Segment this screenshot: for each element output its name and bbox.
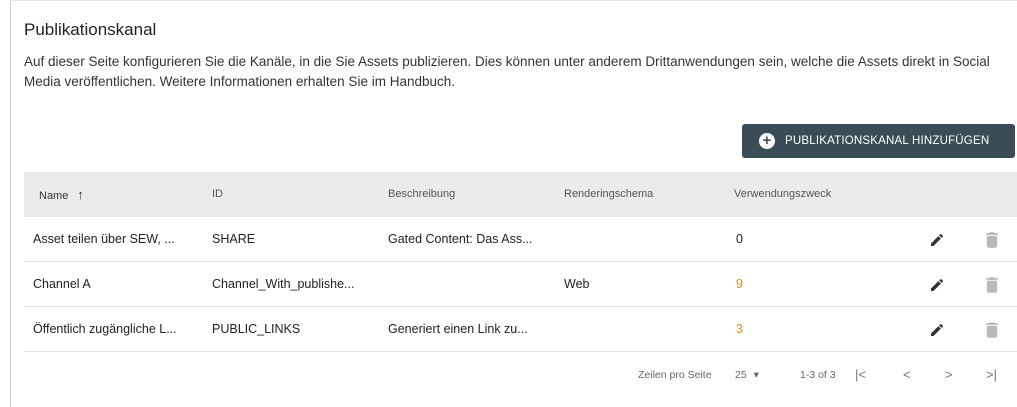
- cell-id: PUBLIC_LINKS: [212, 322, 301, 336]
- column-header-rendering[interactable]: Renderingschema: [564, 172, 653, 217]
- rows-per-page-label: Zeilen pro Seite: [638, 369, 712, 381]
- delete-trash-icon[interactable]: [986, 277, 998, 293]
- edit-pencil-icon[interactable]: [929, 322, 945, 338]
- frame-left-border: [10, 0, 11, 407]
- add-publication-channel-button[interactable]: + PUBLIKATIONSKANAL HINZUFÜGEN: [742, 124, 1015, 158]
- frame-top-border: [10, 0, 1017, 1]
- delete-trash-icon[interactable]: [986, 322, 998, 338]
- page-description: Auf dieser Seite konfigurieren Sie die K…: [24, 54, 990, 89]
- next-page-icon[interactable]: >: [945, 360, 953, 390]
- column-header-id[interactable]: ID: [212, 172, 223, 217]
- cell-usage: 3: [736, 322, 743, 336]
- rows-per-page-select[interactable]: 25 ▾: [735, 360, 759, 390]
- cell-rendering: Web: [564, 277, 590, 291]
- cell-description: Generiert einen Link zu...: [388, 322, 528, 336]
- add-button-label: PUBLIKATIONSKANAL HINZUFÜGEN: [785, 135, 990, 147]
- cell-id: SHARE: [212, 232, 256, 246]
- column-header-usage[interactable]: Verwendungszweck: [734, 172, 831, 217]
- table-row[interactable]: Öffentlich zugängliche L... PUBLIC_LINKS…: [24, 307, 1017, 352]
- last-page-icon[interactable]: >|: [986, 360, 997, 390]
- cell-id: Channel_With_publishe...: [212, 277, 355, 291]
- chevron-down-icon: ▾: [753, 369, 759, 381]
- column-header-name[interactable]: Name ↑: [39, 172, 84, 217]
- edit-pencil-icon[interactable]: [929, 277, 945, 293]
- delete-trash-icon[interactable]: [986, 232, 998, 248]
- table-row[interactable]: Asset teilen über SEW, ... SHARE Gated C…: [24, 217, 1017, 262]
- plus-circle-icon: +: [759, 133, 775, 149]
- cell-usage: 0: [736, 232, 743, 246]
- cell-name: Öffentlich zugängliche L...: [33, 322, 177, 336]
- rows-per-page-value: 25: [735, 369, 747, 381]
- table-header: Name ↑ ID Beschreibung Renderingschema V…: [24, 172, 1017, 217]
- sort-up-icon[interactable]: ↑: [77, 187, 84, 202]
- table-row[interactable]: Channel A Channel_With_publishe... Web 9: [24, 262, 1017, 307]
- channels-table: Name ↑ ID Beschreibung Renderingschema V…: [24, 172, 1017, 352]
- first-page-icon[interactable]: |<: [855, 360, 866, 390]
- cell-name: Channel A: [33, 277, 91, 291]
- column-header-description[interactable]: Beschreibung: [388, 172, 455, 217]
- page-title: Publikationskanal: [24, 20, 157, 39]
- cell-description: Gated Content: Das Ass...: [388, 232, 533, 246]
- cell-name: Asset teilen über SEW, ...: [33, 232, 175, 246]
- pagination-bar: Zeilen pro Seite 25 ▾ 1-3 of 3 |< < > >|: [24, 360, 1017, 390]
- column-name-label: Name: [39, 190, 69, 202]
- pagination-range: 1-3 of 3: [800, 369, 836, 381]
- previous-page-icon[interactable]: <: [903, 360, 911, 390]
- cell-usage: 9: [736, 277, 743, 291]
- edit-pencil-icon[interactable]: [929, 232, 945, 248]
